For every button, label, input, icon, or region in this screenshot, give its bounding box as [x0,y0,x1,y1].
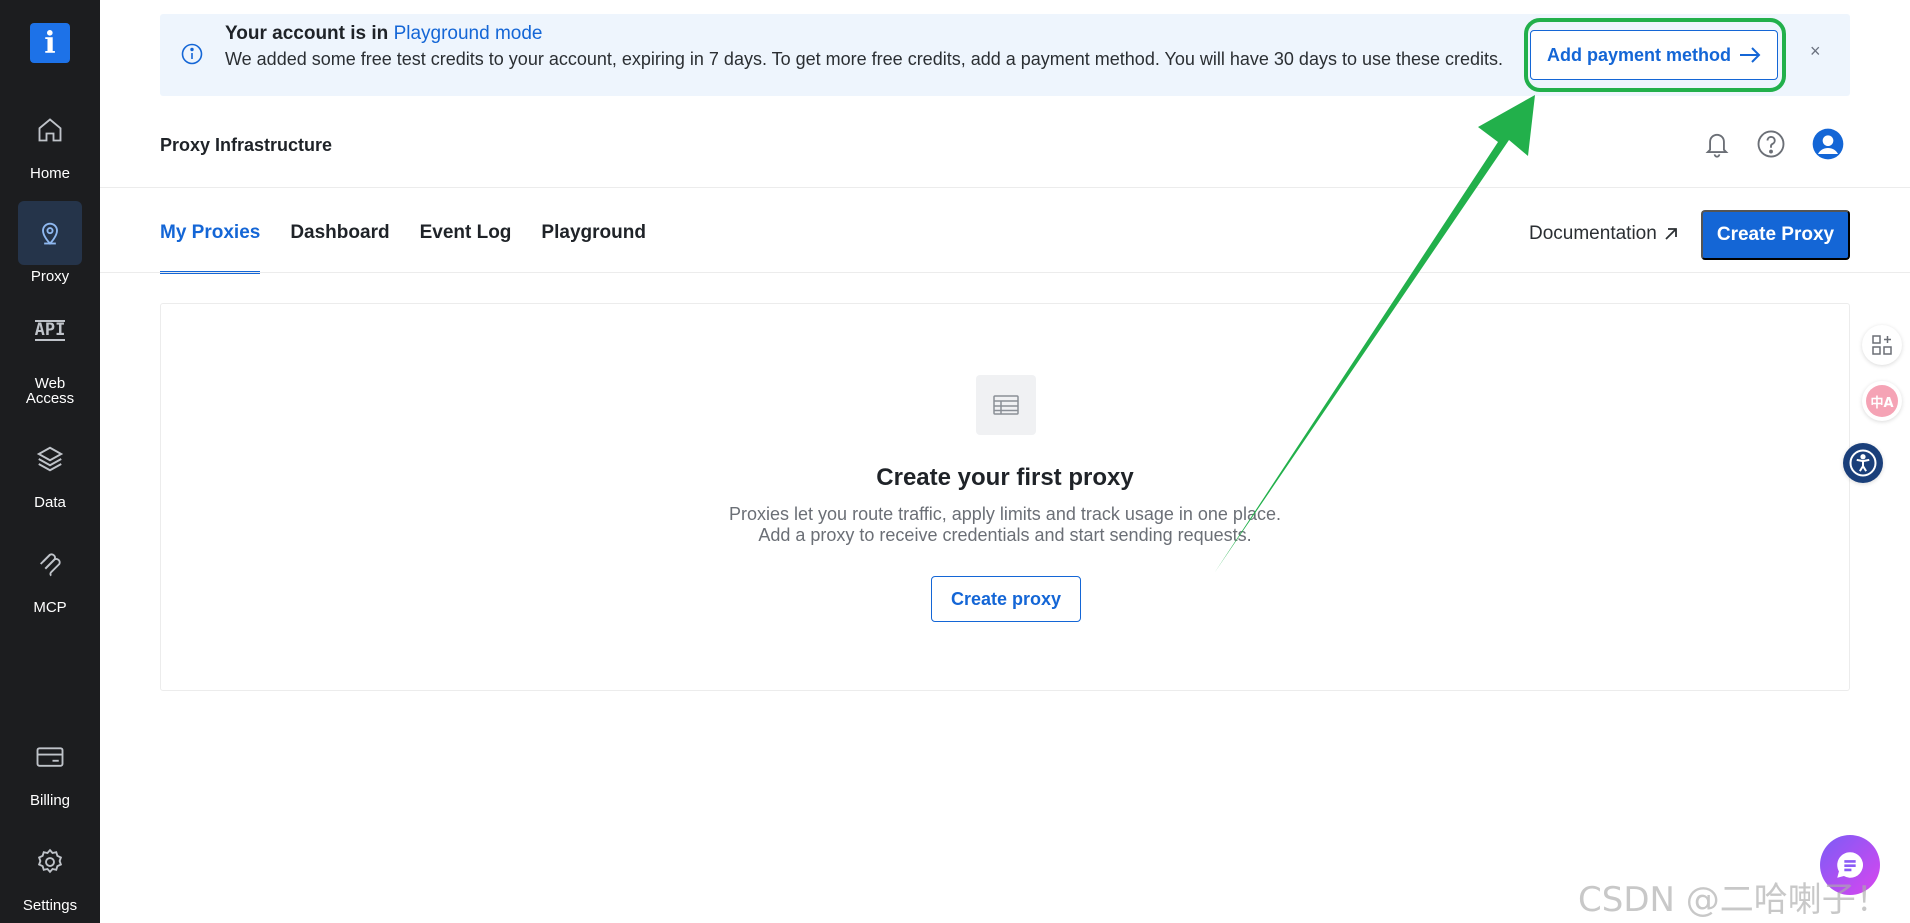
empty-state-line2: Add a proxy to receive credentials and s… [758,525,1252,545]
sidebar-item-mcp[interactable]: MCP [0,532,100,615]
empty-state-line1: Proxies let you route traffic, apply lim… [729,504,1281,524]
sidebar-item-web-access[interactable]: API Web Access [0,306,100,406]
tab-playground[interactable]: Playground [541,222,646,274]
apps-icon[interactable] [1862,325,1902,365]
sidebar-item-label: Billing [29,792,71,809]
help-icon[interactable] [1755,128,1787,160]
layers-icon [18,427,82,491]
api-icon-text: API [34,319,66,341]
sidebar-item-proxy[interactable]: Proxy [0,201,100,284]
watermark: CSDN @二哈喇子！ [1578,880,1890,920]
banner-title-text: Your account is in [225,23,394,44]
sidebar-item-label: Web Access [25,375,75,407]
empty-state-description: Proxies let you route traffic, apply lim… [161,504,1849,546]
info-icon [180,42,204,71]
sidebar-item-billing[interactable]: Billing [0,725,100,808]
sidebar-item-label: Settings [22,897,78,914]
banner-message: We added some free test credits to your … [225,49,1504,69]
tabs-divider [100,272,1910,273]
empty-state-title: Create your first proxy [876,464,1134,491]
page-title: Proxy Infrastructure [160,135,333,155]
api-icon: API [18,306,82,354]
sidebar-item-data[interactable]: Data [0,427,100,510]
table-icon [976,375,1036,435]
translate-text: 中A [1866,385,1898,417]
app-logo[interactable]: i [30,23,70,63]
create-proxy-header-button[interactable]: Create Proxy [1701,210,1850,260]
arrow-right-icon [1740,47,1761,63]
logo-glyph: i [44,25,56,61]
user-avatar-icon[interactable] [1812,128,1844,160]
documentation-link[interactable]: Documentation [1529,223,1679,245]
gear-icon [18,830,82,894]
sidebar-item-label: Proxy [30,268,70,285]
tab-my-proxies[interactable]: My Proxies [160,222,261,274]
sidebar-item-settings[interactable]: Settings [0,830,100,913]
accessibility-icon[interactable] [1843,443,1883,483]
sidebar-item-label: MCP [33,599,67,616]
location-pin-icon [18,201,82,265]
playground-banner: Your account is in Playground mode We ad… [160,14,1850,96]
close-banner-button[interactable]: × [1810,41,1821,62]
sidebar-item-home[interactable]: Home [0,98,100,181]
header-divider [100,187,1910,188]
billing-card-icon [18,725,82,789]
banner-title: Your account is in Playground mode [225,23,543,45]
external-link-icon [1665,228,1677,240]
create-proxy-button[interactable]: Create proxy [931,576,1081,622]
tab-dashboard[interactable]: Dashboard [290,222,389,274]
add-payment-method-button[interactable]: Add payment method [1530,30,1778,80]
documentation-label: Documentation [1529,223,1657,244]
add-payment-method-label: Add payment method [1546,44,1731,65]
sidebar: i Home Proxy API Web Access Data MCP Bil… [0,0,100,923]
tab-event-log[interactable]: Event Log [420,222,512,274]
playground-mode-link[interactable]: Playground mode [394,23,543,44]
sidebar-item-label: Data [34,494,66,511]
home-icon [18,98,82,162]
empty-state-card: Create your first proxy Proxies let you … [160,303,1850,691]
sidebar-item-label: Home [29,165,70,182]
mcp-icon [18,532,82,596]
translate-icon[interactable]: 中A [1862,381,1902,421]
tab-bar: My Proxies Dashboard Event Log Playgroun… [160,222,646,274]
bell-icon[interactable] [1701,128,1733,160]
